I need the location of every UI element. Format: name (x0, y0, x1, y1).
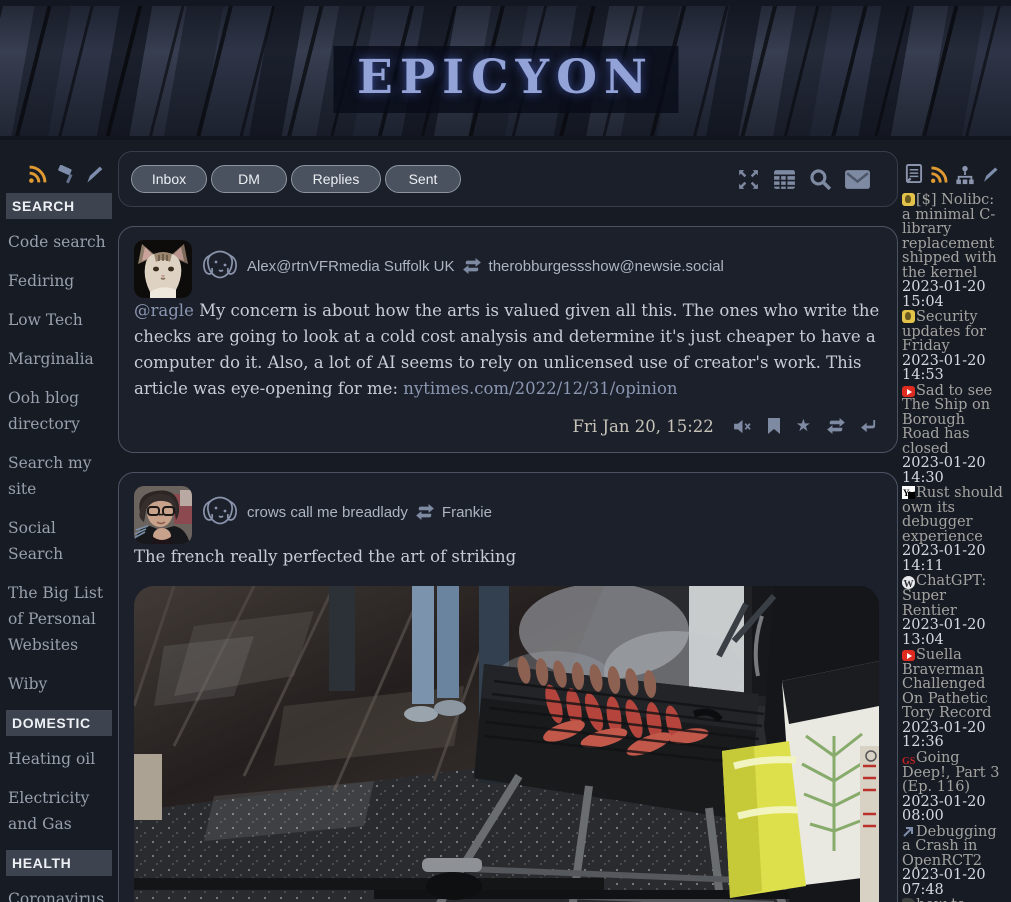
calendar-grid-icon[interactable] (772, 168, 797, 191)
newswire-item[interactable]: how to completely own an airline in 3 (902, 898, 1003, 902)
newswire-item[interactable]: Debugging a Crash in OpenRCT2 2023-01-20… (902, 825, 1003, 898)
newswire-item[interactable]: GSGoing Deep!, Part 3 (Ep. 116) 2023-01-… (902, 751, 1003, 824)
sidebar-link-coronavirus-statistics[interactable]: Coronavirus statistics (8, 886, 112, 902)
mute-icon[interactable] (733, 419, 752, 434)
post-url-link[interactable]: nytimes.com/2022/12/31/opinion (403, 379, 677, 398)
tab-dm[interactable]: DM (211, 165, 287, 193)
post-card: crows call me breadlady Frankie The fren… (118, 472, 898, 902)
sidebar-link-big-list-personal-websites[interactable]: The Big List of Personal Websites (8, 580, 112, 658)
post-author-handle[interactable]: Alex@rtnVFRmedia Suffolk UK (247, 258, 455, 275)
announce-repeat-icon[interactable] (826, 418, 846, 434)
generic-favicon (902, 898, 915, 902)
post-boost-target-handle[interactable]: Frankie (442, 504, 492, 521)
rss-icon[interactable] (929, 165, 949, 185)
tool-roller-icon[interactable] (55, 165, 77, 185)
yw-favicon: Yw (902, 486, 915, 499)
newswire-date: 2023-01-20 13:04 (902, 618, 1003, 647)
rss-icon[interactable] (27, 164, 48, 185)
sidebar-link-code-search[interactable]: Code search (8, 229, 112, 255)
newswire-item[interactable]: WChatGPT: Super Rentier 2023-01-20 13:04 (902, 574, 1003, 647)
sidebar-link-marginalia[interactable]: Marginalia (8, 346, 112, 372)
site-title: EPICYON (333, 46, 678, 113)
newswire-item[interactable]: Sad to see The Ship on Borough Road has … (902, 384, 1003, 486)
post-content: The french really perfected the art of s… (134, 530, 882, 570)
lwn-favicon (902, 193, 915, 206)
sidebar-link-heating-oil[interactable]: Heating oil (8, 746, 112, 772)
edit-pen-icon[interactable] (84, 165, 104, 185)
tab-replies[interactable]: Replies (291, 165, 381, 193)
boost-repeat-icon (462, 258, 482, 274)
envelope-icon[interactable] (844, 169, 871, 190)
post-text: The french really perfected the art of s… (134, 547, 516, 566)
newswire-date: 2023-01-20 12:36 (902, 721, 1003, 750)
search-icon[interactable] (808, 167, 833, 192)
newswire-date: 2023-01-20 07:48 (902, 868, 1003, 897)
links-sidebar: SEARCH Code search Fediring Low Tech Mar… (0, 140, 118, 902)
post-boost-target-handle[interactable]: therobburgessshow@newsie.social (489, 258, 724, 275)
avatar-breadlady[interactable] (134, 486, 192, 544)
newswire-date: 2023-01-20 15:04 (902, 280, 1003, 309)
sidebar-link-fediring[interactable]: Fediring (8, 268, 112, 294)
avatar-cat[interactable] (134, 240, 192, 298)
tab-sent[interactable]: Sent (385, 165, 461, 193)
post-timestamp[interactable]: Fri Jan 20, 15:22 (573, 417, 714, 436)
boost-repeat-icon (415, 504, 435, 520)
newswire-date: 2023-01-20 14:11 (902, 544, 1003, 573)
hashtag-tree-icon[interactable] (955, 165, 975, 185)
youtube-favicon (902, 386, 915, 397)
newswire-date: 2023-01-20 08:00 (902, 795, 1003, 824)
timeline-tabs: Inbox DM Replies Sent (131, 165, 463, 193)
newswire-item[interactable]: [$] Nolibc: a minimal C-library replacem… (902, 193, 1003, 309)
dog-person-icon (200, 494, 240, 530)
tab-inbox[interactable]: Inbox (131, 165, 207, 193)
sidebar-link-low-tech[interactable]: Low Tech (8, 307, 112, 333)
newswire-item[interactable]: YwRust should own its debugger experienc… (902, 486, 1003, 573)
newswire-date: 2023-01-20 14:30 (902, 456, 1003, 485)
sidebar-section-search: SEARCH (6, 193, 112, 219)
star-like-icon[interactable]: ★ (796, 416, 811, 436)
youtube-favicon (902, 650, 915, 661)
bookmark-icon[interactable] (767, 418, 781, 434)
post-photo-sausage-grill[interactable] (134, 586, 879, 902)
sidebar-link-search-my-site[interactable]: Search my site (8, 450, 112, 502)
sidebar-link-wiby[interactable]: Wiby (8, 671, 112, 697)
sidebar-link-social-search[interactable]: Social Search (8, 515, 112, 567)
sidebar-section-domestic: DOMESTIC (6, 710, 112, 736)
site-banner[interactable]: EPICYON (0, 0, 1011, 140)
timeline: Inbox DM Replies Sent (118, 140, 898, 902)
lwn-favicon (902, 310, 915, 323)
reply-icon[interactable] (861, 419, 878, 434)
post-content: @ragle My concern is about how the arts … (134, 284, 882, 402)
timeline-header: Inbox DM Replies Sent (118, 151, 898, 207)
sidebar-link-electricity-and-gas[interactable]: Electricity and Gas (8, 785, 112, 837)
dog-person-icon (200, 248, 240, 284)
edit-pen-icon[interactable] (981, 166, 999, 184)
newswire-sidebar: [$] Nolibc: a minimal C-library replacem… (898, 140, 1011, 902)
sidebar-section-health: HEALTH (6, 850, 112, 876)
mention-link[interactable]: @ragle (134, 301, 194, 320)
newspaper-icon[interactable] (904, 164, 923, 185)
wordpress-favicon: W (902, 576, 915, 589)
post-author-handle[interactable]: crows call me breadlady (247, 504, 408, 521)
newswire-item[interactable]: Security updates for Friday 2023-01-20 1… (902, 310, 1003, 383)
newswire-item[interactable]: Suella Braverman Challenged On Pathetic … (902, 648, 1003, 750)
expand-fullscreen-icon[interactable] (736, 167, 761, 192)
arrow-favicon (902, 825, 915, 838)
newswire-date: 2023-01-20 14:53 (902, 354, 1003, 383)
post-card: Alex@rtnVFRmedia Suffolk UK therobburges… (118, 226, 898, 453)
sidebar-link-ooh-blog-directory[interactable]: Ooh blog directory (8, 385, 112, 437)
